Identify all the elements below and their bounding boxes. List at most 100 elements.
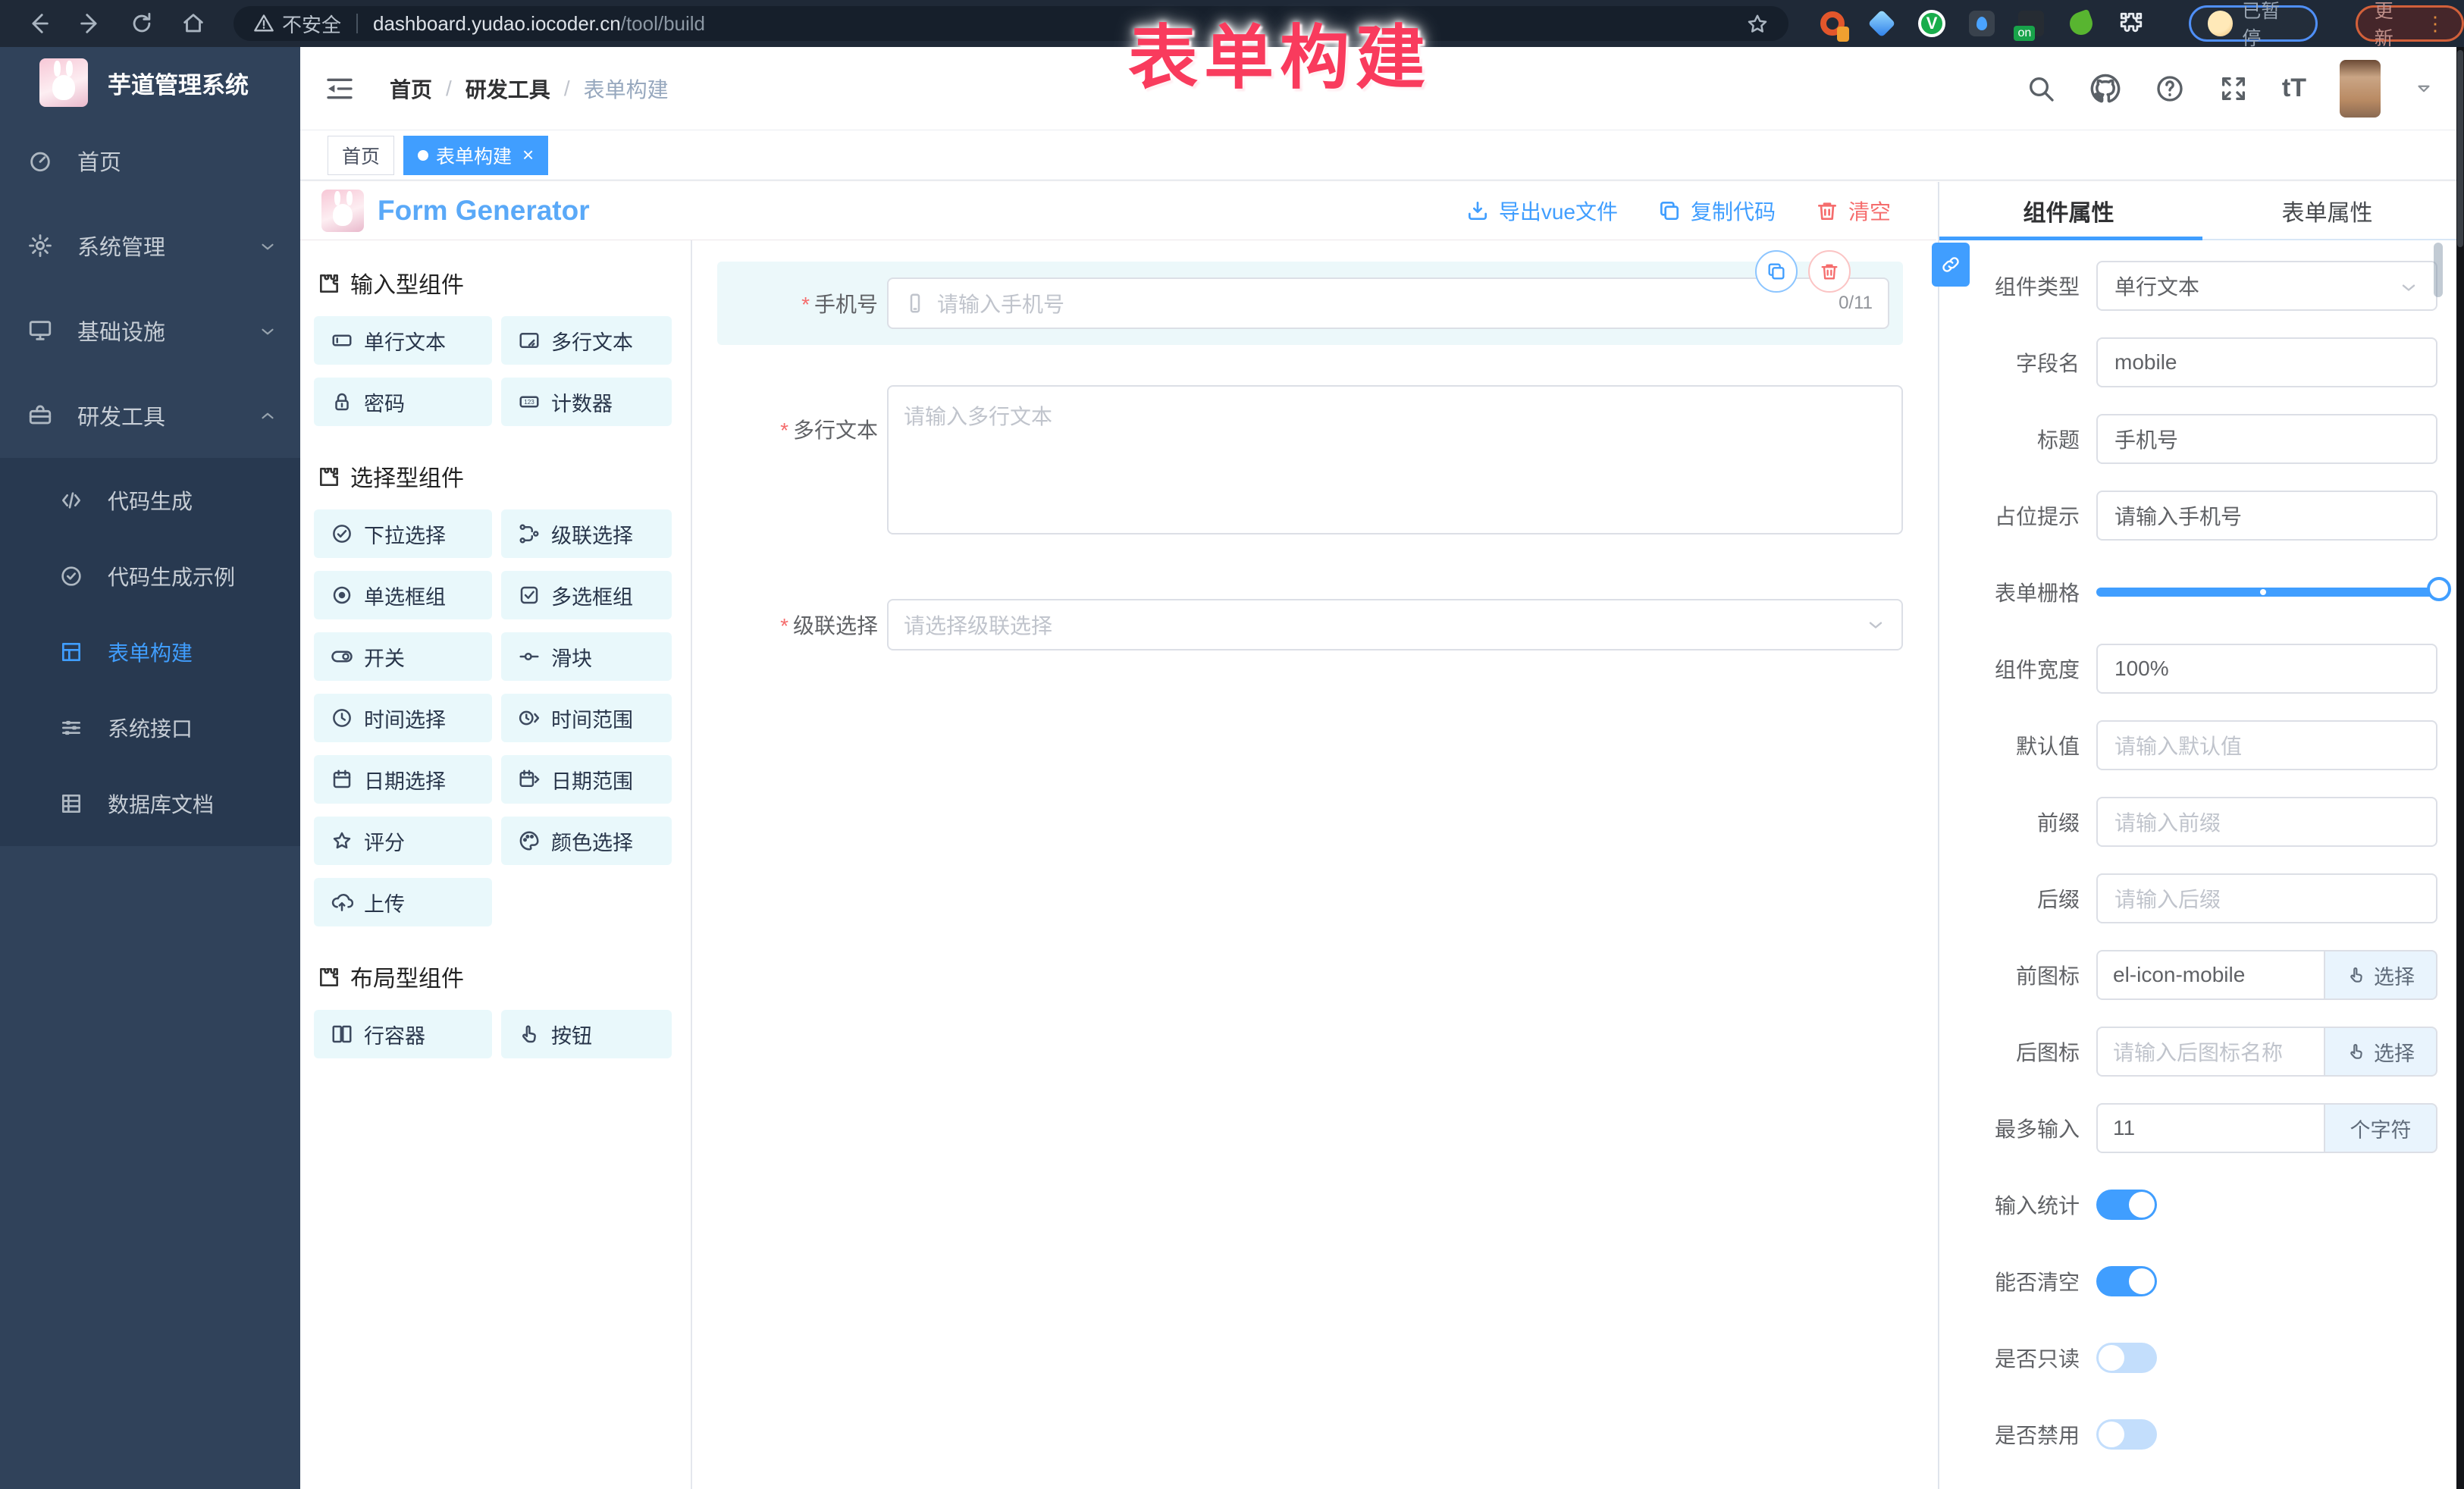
- palette-item[interactable]: 下拉选择: [314, 509, 492, 558]
- palette-item[interactable]: 时间范围: [501, 694, 672, 742]
- properties-tab-1[interactable]: 表单属性: [2198, 182, 2456, 239]
- palette-item[interactable]: 单行文本: [314, 316, 492, 365]
- sidebar-item-2[interactable]: 基础设施: [0, 288, 300, 373]
- prop-input[interactable]: 请输入后图标名称: [2096, 1027, 2324, 1077]
- profile-paused-badge[interactable]: 已暂停: [2189, 5, 2318, 42]
- sidebar-subitem-3[interactable]: 系统接口: [0, 690, 300, 766]
- scrollbar-thumb[interactable]: [2457, 50, 2463, 247]
- palette-item[interactable]: 颜色选择: [501, 817, 672, 865]
- palette-item[interactable]: 123 计数器: [501, 378, 672, 426]
- extension-leaf-icon[interactable]: [2066, 8, 2096, 39]
- field-select[interactable]: 请选择级联选择: [887, 599, 1903, 650]
- palette-item[interactable]: 多选框组: [501, 571, 672, 619]
- extension-drop-icon[interactable]: [1967, 8, 1997, 39]
- browser-reload-icon[interactable]: [129, 11, 155, 36]
- address-bar[interactable]: 不安全 dashboard.yudao.iocoder.cn/tool/buil…: [234, 6, 1788, 41]
- sidebar-subitem-2[interactable]: 表单构建: [0, 614, 300, 690]
- url-path: /tool/build: [621, 12, 705, 36]
- breadcrumb-link-0[interactable]: 首页: [390, 74, 432, 104]
- toggle-on[interactable]: [2096, 1190, 2157, 1220]
- extension-on-icon[interactable]: [2017, 8, 2047, 39]
- app-logo-row[interactable]: 芋道管理系统: [0, 47, 300, 118]
- palette-item[interactable]: 开关: [314, 632, 492, 681]
- delete-field-button[interactable]: [1808, 250, 1851, 293]
- builder-action-2[interactable]: 清空: [1815, 196, 1891, 226]
- extensions-puzzle-icon[interactable]: [2116, 8, 2146, 39]
- browser-menu-icon[interactable]: ⋮: [2425, 12, 2445, 36]
- palette-item[interactable]: 密码: [314, 378, 492, 426]
- sidebar-subitem-1[interactable]: 代码生成示例: [0, 538, 300, 614]
- canvas-field-1[interactable]: *多行文本请输入多行文本: [717, 385, 1903, 534]
- sidebar-subitem-4[interactable]: 数据库文档: [0, 766, 300, 842]
- browser-update-button[interactable]: 更新 ⋮: [2356, 5, 2464, 42]
- github-icon[interactable]: [2089, 73, 2121, 105]
- dashboard-icon: [27, 148, 53, 174]
- field-input[interactable]: 请输入手机号 0/11: [887, 277, 1889, 329]
- breadcrumb-link-1[interactable]: 研发工具: [466, 74, 550, 104]
- palette-item[interactable]: 日期选择: [314, 755, 492, 804]
- palette-item[interactable]: 滑块: [501, 632, 672, 681]
- browser-back-icon[interactable]: [26, 11, 52, 36]
- palette-item[interactable]: 按钮: [501, 1010, 672, 1058]
- prop-input[interactable]: 11: [2096, 1103, 2324, 1153]
- copy-field-button[interactable]: [1755, 250, 1798, 293]
- prop-input[interactable]: 请输入默认值: [2096, 720, 2437, 770]
- browser-home-icon[interactable]: [180, 11, 206, 36]
- canvas-field-2[interactable]: *级联选择 请选择级联选择: [717, 599, 1903, 650]
- palette-item[interactable]: 多行文本: [501, 316, 672, 365]
- prop-select[interactable]: 单行文本: [2096, 261, 2437, 311]
- prop-input[interactable]: 请输入后缀: [2096, 873, 2437, 923]
- extension-gem-icon[interactable]: [1867, 8, 1898, 39]
- toggle-off[interactable]: [2096, 1419, 2157, 1450]
- palette-item-label: 密码: [364, 387, 405, 417]
- link-button[interactable]: [1932, 243, 1970, 287]
- slider-handle[interactable]: [2427, 577, 2451, 601]
- sidebar-fold-icon[interactable]: [324, 74, 355, 104]
- prop-append-button[interactable]: 个字符: [2324, 1103, 2437, 1153]
- bookmark-star-icon[interactable]: [1746, 11, 1769, 36]
- canvas-field-0[interactable]: *手机号 请输入手机号 0/11: [717, 262, 1903, 345]
- prop-input[interactable]: mobile: [2096, 337, 2437, 387]
- sidebar-item-1[interactable]: 系统管理: [0, 203, 300, 288]
- palette-item[interactable]: 行容器: [314, 1010, 492, 1058]
- tags-view-bar: 首页 表单构建 ×: [300, 130, 2464, 180]
- prop-append-button[interactable]: 选择: [2324, 950, 2437, 1000]
- builder-action-0[interactable]: 导出vue文件: [1466, 196, 1618, 226]
- tag-tab-0[interactable]: 首页: [328, 136, 394, 175]
- palette-item[interactable]: 评分: [314, 817, 492, 865]
- prop-input[interactable]: 请输入手机号: [2096, 491, 2437, 541]
- field-textarea[interactable]: 请输入多行文本: [887, 385, 1903, 534]
- extension-orange-icon[interactable]: [1817, 8, 1848, 39]
- fullscreen-icon[interactable]: [2218, 74, 2249, 104]
- browser-forward-icon[interactable]: [77, 11, 103, 36]
- panel-scrollbar[interactable]: [2434, 243, 2443, 297]
- font-size-icon[interactable]: tT: [2282, 74, 2306, 103]
- sidebar-subitem-0[interactable]: 代码生成: [0, 462, 300, 538]
- extension-v-icon[interactable]: V: [1917, 8, 1947, 39]
- palette-item[interactable]: 日期范围: [501, 755, 672, 804]
- prop-append-button[interactable]: 选择: [2324, 1027, 2437, 1077]
- user-menu-caret-icon[interactable]: [2414, 79, 2434, 99]
- properties-tab-0[interactable]: 组件属性: [1939, 182, 2198, 239]
- grid-slider[interactable]: [2096, 588, 2437, 597]
- search-icon[interactable]: [2026, 74, 2056, 104]
- builder-action-1[interactable]: 复制代码: [1657, 196, 1776, 226]
- toggle-off[interactable]: [2096, 1343, 2157, 1373]
- sidebar-item-0[interactable]: 首页: [0, 118, 300, 203]
- toggle-on[interactable]: [2096, 1266, 2157, 1296]
- security-warning[interactable]: 不安全: [253, 10, 341, 38]
- palette-item[interactable]: 单选框组: [314, 571, 492, 619]
- prop-input[interactable]: 手机号: [2096, 414, 2437, 464]
- prop-input[interactable]: el-icon-mobile: [2096, 950, 2324, 1000]
- prop-input[interactable]: 100%: [2096, 644, 2437, 694]
- help-icon[interactable]: [2155, 74, 2185, 104]
- prop-input[interactable]: 请输入前缀: [2096, 797, 2437, 847]
- close-tab-icon[interactable]: ×: [522, 143, 534, 167]
- palette-item[interactable]: 级联选择: [501, 509, 672, 558]
- user-avatar[interactable]: [2340, 60, 2381, 118]
- window-scrollbar[interactable]: [2456, 47, 2464, 1489]
- tag-tab-1[interactable]: 表单构建 ×: [403, 136, 548, 175]
- sidebar-item-3[interactable]: 研发工具: [0, 373, 300, 458]
- palette-item[interactable]: 时间选择: [314, 694, 492, 742]
- palette-item[interactable]: 上传: [314, 878, 492, 926]
